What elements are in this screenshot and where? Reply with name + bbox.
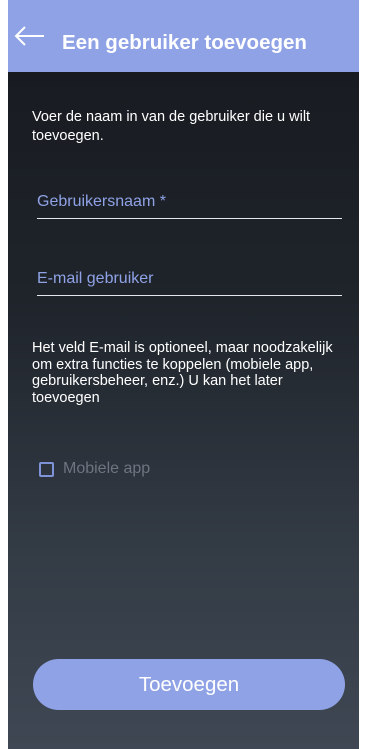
add-user-button[interactable]: Toevoegen xyxy=(33,659,345,710)
mobile-app-option[interactable]: Mobiele app xyxy=(39,458,150,480)
email-field xyxy=(37,265,342,296)
arrow-left-icon xyxy=(14,26,44,46)
app-screen: Een gebruiker toevoegen Voer de naam in … xyxy=(8,0,359,749)
email-info-text: Het veld E-mail is optioneel, maar noodz… xyxy=(32,340,333,406)
back-button[interactable] xyxy=(12,22,48,50)
page-title: Een gebruiker toevoegen xyxy=(62,31,307,54)
intro-text: Voer de naam in van de gebruiker die u w… xyxy=(32,109,311,144)
username-field xyxy=(37,188,342,219)
username-input[interactable] xyxy=(37,188,342,216)
app-bar: Een gebruiker toevoegen xyxy=(8,0,359,72)
email-input[interactable] xyxy=(37,265,342,293)
mobile-app-checkbox[interactable] xyxy=(39,461,54,477)
mobile-app-label: Mobiele app xyxy=(63,460,151,477)
